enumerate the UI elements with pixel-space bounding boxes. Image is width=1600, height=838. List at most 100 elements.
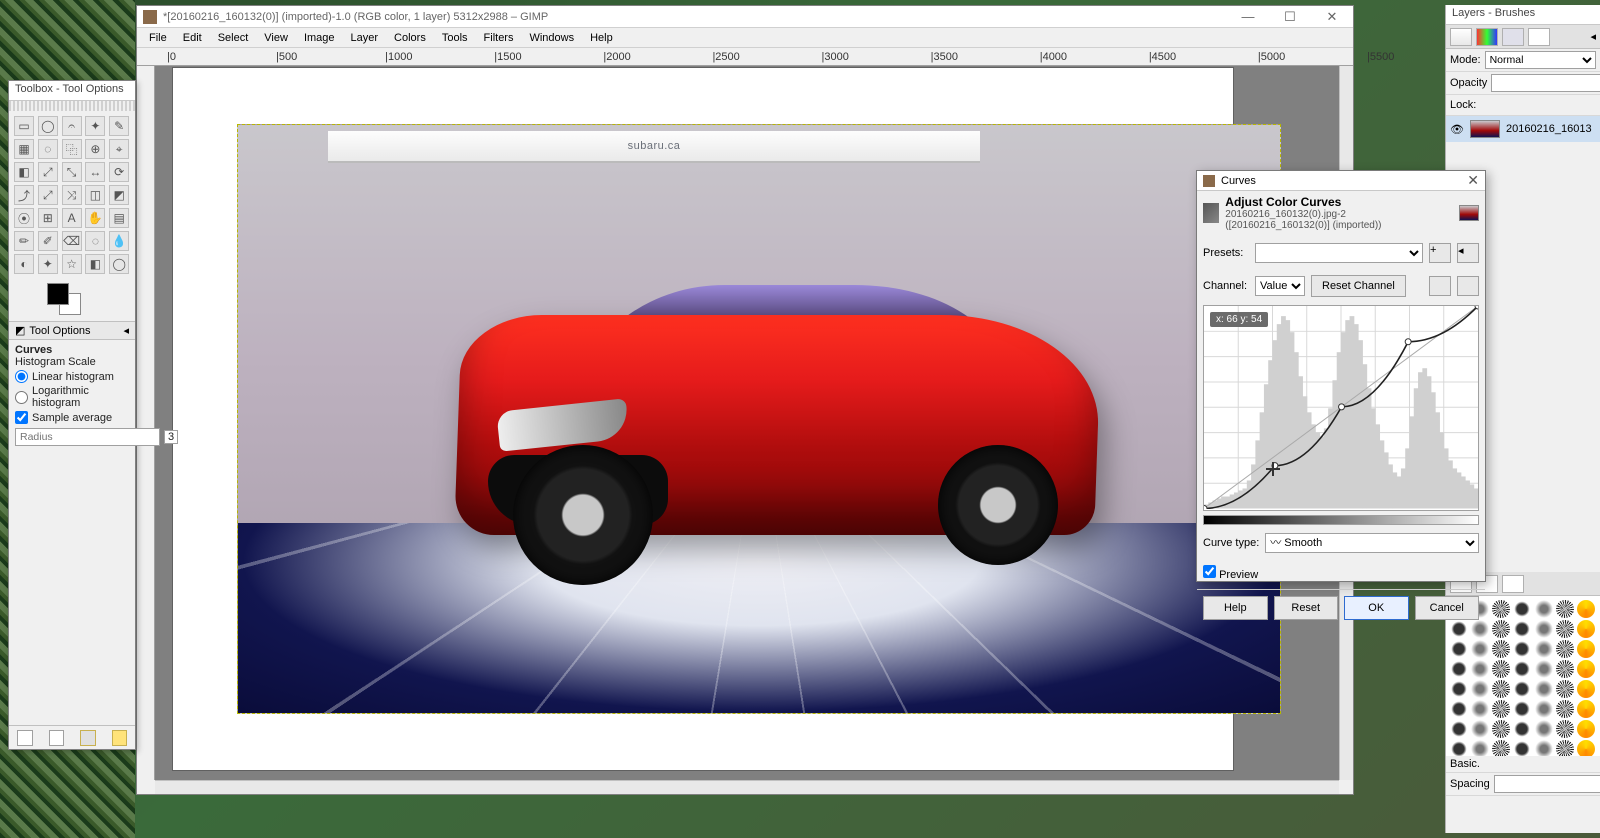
brush-cell[interactable]: [1556, 600, 1574, 618]
radio-linear-histogram[interactable]: Linear histogram: [15, 370, 129, 383]
menu-edit[interactable]: Edit: [175, 30, 210, 46]
tool-button[interactable]: ✎: [109, 116, 129, 136]
minimize-button[interactable]: —: [1233, 9, 1263, 25]
lock-pixels-icon[interactable]: [1480, 97, 1496, 113]
tool-button[interactable]: ✐: [38, 231, 58, 251]
brush-cell[interactable]: [1492, 680, 1510, 698]
tab-channels-icon[interactable]: [1476, 28, 1498, 46]
tab-undo-icon[interactable]: [1528, 28, 1550, 46]
brush-cell[interactable]: [1471, 740, 1489, 756]
tool-button[interactable]: ◯: [38, 116, 58, 136]
lock-alpha-icon[interactable]: [1500, 97, 1516, 113]
menu-tools[interactable]: Tools: [434, 30, 476, 46]
channel-select[interactable]: Value: [1255, 276, 1305, 296]
tool-button[interactable]: ⌖: [109, 139, 129, 159]
tool-button[interactable]: ✏: [14, 231, 34, 251]
tab-layers-icon[interactable]: [1450, 28, 1472, 46]
dock-tab-menu-icon[interactable]: ◂: [1590, 30, 1596, 43]
opacity-field[interactable]: [1491, 74, 1600, 92]
save-preset-icon[interactable]: [17, 730, 33, 746]
brush-cell[interactable]: [1556, 680, 1574, 698]
layer-visibility-eye-icon[interactable]: 👁: [1450, 123, 1464, 136]
presets-add-icon[interactable]: +: [1429, 243, 1451, 263]
menu-colors[interactable]: Colors: [386, 30, 434, 46]
radius-spinner[interactable]: 3: [164, 430, 178, 444]
brush-cell[interactable]: [1471, 640, 1489, 658]
brush-cell[interactable]: [1492, 700, 1510, 718]
radio-log-histogram[interactable]: Logarithmic histogram: [15, 385, 129, 409]
tool-button[interactable]: ◌: [38, 139, 58, 159]
toolbox-grip[interactable]: [9, 101, 135, 111]
brush-cell[interactable]: [1556, 740, 1574, 756]
brush-cell[interactable]: [1577, 640, 1595, 658]
brush-cell[interactable]: [1492, 720, 1510, 738]
tool-button[interactable]: ⦿: [14, 208, 34, 228]
brush-cell[interactable]: [1513, 720, 1531, 738]
menu-help[interactable]: Help: [582, 30, 621, 46]
ruler-vertical[interactable]: [137, 66, 155, 780]
brush-cell[interactable]: [1471, 680, 1489, 698]
brush-cell[interactable]: [1513, 740, 1531, 756]
close-button[interactable]: ✕: [1317, 9, 1347, 25]
brush-cell[interactable]: [1492, 620, 1510, 638]
brush-cell[interactable]: [1556, 720, 1574, 738]
brush-cell[interactable]: [1492, 600, 1510, 618]
reset-channel-button[interactable]: Reset Channel: [1311, 275, 1406, 297]
image-bounds[interactable]: subaru.ca: [237, 124, 1281, 714]
tool-button[interactable]: 𝄐: [62, 116, 82, 136]
menu-select[interactable]: Select: [210, 30, 257, 46]
brush-cell[interactable]: [1450, 680, 1468, 698]
menu-filters[interactable]: Filters: [476, 30, 522, 46]
fg-bg-swatch[interactable]: [15, 283, 129, 317]
main-titlebar[interactable]: *[20160216_160132(0)] (imported)-1.0 (RG…: [137, 6, 1353, 28]
preview-checkbox[interactable]: Preview: [1203, 565, 1258, 581]
maximize-button[interactable]: ☐: [1275, 9, 1305, 25]
curves-titlebar[interactable]: Curves ✕: [1197, 171, 1485, 191]
tool-button[interactable]: ⤢: [38, 185, 58, 205]
tool-button[interactable]: ◩: [109, 185, 129, 205]
layer-item[interactable]: 👁 20160216_16013: [1446, 116, 1600, 142]
curves-gradient-bar[interactable]: [1203, 515, 1479, 525]
tool-button[interactable]: ✋: [85, 208, 105, 228]
tool-button[interactable]: ⤴: [14, 185, 34, 205]
tool-button[interactable]: ⟳: [109, 162, 129, 182]
canvas-area[interactable]: subaru.ca: [155, 66, 1339, 780]
tool-button[interactable]: ⊞: [38, 208, 58, 228]
brush-cell[interactable]: [1535, 640, 1553, 658]
tool-button[interactable]: ✦: [38, 254, 58, 274]
brush-cell[interactable]: [1535, 740, 1553, 756]
brush-cell[interactable]: [1450, 660, 1468, 678]
tool-options-header[interactable]: ◩ Tool Options ◂: [9, 321, 135, 340]
tool-button[interactable]: ⿻: [62, 139, 82, 159]
histogram-linear-icon[interactable]: [1429, 276, 1451, 296]
brush-cell[interactable]: [1513, 620, 1531, 638]
mode-select[interactable]: Normal: [1485, 51, 1596, 69]
brush-cell[interactable]: [1450, 700, 1468, 718]
brush-cell[interactable]: [1471, 720, 1489, 738]
curves-close-icon[interactable]: ✕: [1467, 172, 1479, 189]
tool-button[interactable]: ▤: [109, 208, 129, 228]
brush-cell[interactable]: [1492, 660, 1510, 678]
menu-view[interactable]: View: [256, 30, 296, 46]
tool-button[interactable]: ▦: [14, 139, 34, 159]
brush-cell[interactable]: [1535, 600, 1553, 618]
cancel-button[interactable]: Cancel: [1415, 596, 1480, 620]
brush-cell[interactable]: [1535, 700, 1553, 718]
brush-cell[interactable]: [1577, 740, 1595, 756]
menu-file[interactable]: File: [141, 30, 175, 46]
brush-cell[interactable]: [1535, 660, 1553, 678]
help-button[interactable]: Help: [1203, 596, 1268, 620]
ok-button[interactable]: OK: [1344, 596, 1409, 620]
menu-image[interactable]: Image: [296, 30, 343, 46]
brush-cell[interactable]: [1556, 620, 1574, 638]
brush-cell[interactable]: [1535, 620, 1553, 638]
radio-log-input[interactable]: [15, 391, 28, 404]
tool-button[interactable]: ⊕: [85, 139, 105, 159]
reset-tool-icon[interactable]: [112, 730, 128, 746]
brush-cell[interactable]: [1450, 640, 1468, 658]
brush-cell[interactable]: [1535, 680, 1553, 698]
dock-title[interactable]: Layers - Brushes: [1446, 5, 1600, 25]
presets-select[interactable]: [1255, 243, 1423, 263]
tab-gradients-icon[interactable]: [1502, 575, 1524, 593]
brush-cell[interactable]: [1577, 720, 1595, 738]
